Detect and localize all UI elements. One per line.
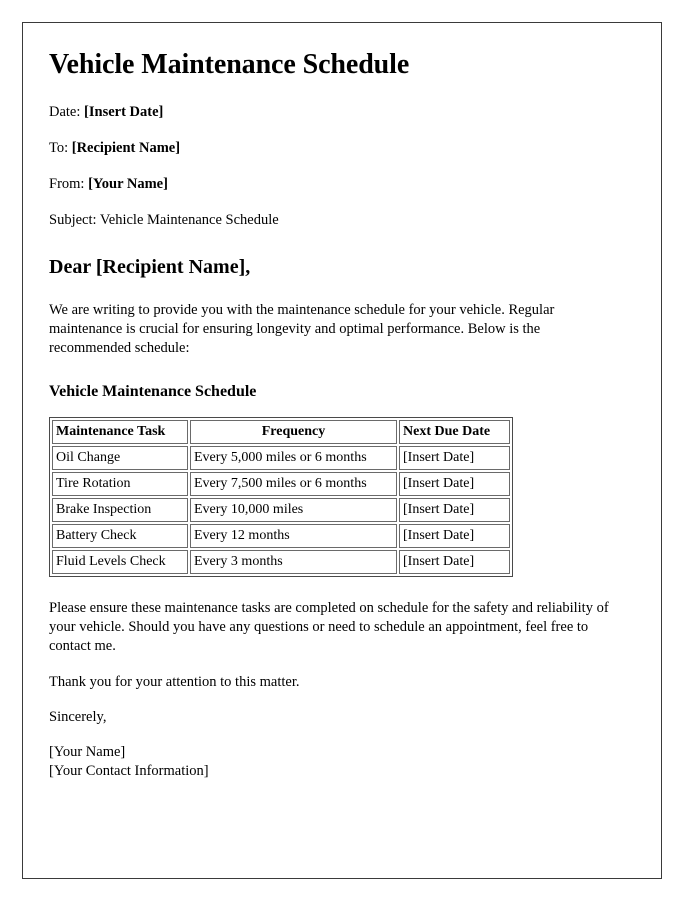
cell-next-due-date: [Insert Date]: [399, 472, 510, 497]
table-row: Oil Change Every 5,000 miles or 6 months…: [52, 446, 510, 471]
table-row: Fluid Levels Check Every 3 months [Inser…: [52, 550, 510, 575]
table-row: Tire Rotation Every 7,500 miles or 6 mon…: [52, 472, 510, 497]
meta-label-to: To:: [49, 140, 69, 157]
table-header-row: Maintenance Task Frequency Next Due Date: [52, 420, 510, 445]
signature-contact: [Your Contact Information]: [49, 762, 209, 779]
column-header-maintenance-task: Maintenance Task: [52, 420, 188, 445]
cell-next-due-date: [Insert Date]: [399, 446, 510, 471]
cell-frequency: Every 5,000 miles or 6 months: [190, 446, 397, 471]
table-header: Maintenance Task Frequency Next Due Date: [52, 420, 510, 445]
cell-task: Brake Inspection: [52, 498, 188, 523]
document-page: Vehicle Maintenance Schedule Date: [Inse…: [22, 22, 662, 879]
letter-meta-block: Date: [Insert Date] To: [Recipient Name]…: [49, 103, 635, 229]
meta-line-from: From: [Your Name]: [49, 175, 635, 194]
cell-frequency: Every 3 months: [190, 550, 397, 575]
table-row: Brake Inspection Every 10,000 miles [Ins…: [52, 498, 510, 523]
cell-task: Battery Check: [52, 524, 188, 549]
column-header-next-due-date: Next Due Date: [399, 420, 510, 445]
salutation: Dear [Recipient Name],: [49, 255, 251, 278]
signature-name: [Your Name]: [49, 743, 126, 760]
column-header-frequency: Frequency: [190, 420, 397, 445]
cell-next-due-date: [Insert Date]: [399, 550, 510, 575]
table-row: Battery Check Every 12 months [Insert Da…: [52, 524, 510, 549]
sign-off: Sincerely,: [49, 708, 107, 725]
meta-value-from: [Your Name]: [88, 175, 168, 192]
meta-value-to: [Recipient Name]: [71, 140, 181, 157]
intro-paragraph: We are writing to provide you with the m…: [49, 301, 555, 356]
thanks-paragraph: Thank you for your attention to this mat…: [49, 673, 300, 690]
cell-frequency: Every 7,500 miles or 6 months: [190, 472, 397, 497]
meta-value-date: [Insert Date]: [84, 104, 164, 121]
maintenance-schedule-table: Maintenance Task Frequency Next Due Date…: [49, 417, 513, 578]
schedule-table-heading: Vehicle Maintenance Schedule: [49, 382, 257, 400]
signature-block: [Your Name] [Your Contact Information]: [49, 743, 635, 781]
meta-label-from: From:: [49, 175, 85, 192]
meta-value-subject: Vehicle Maintenance Schedule: [99, 211, 279, 228]
meta-line-subject: Subject: Vehicle Maintenance Schedule: [49, 211, 635, 230]
cell-frequency: Every 12 months: [190, 524, 397, 549]
cell-task: Tire Rotation: [52, 472, 188, 497]
meta-label-date: Date:: [49, 104, 81, 121]
table-body: Oil Change Every 5,000 miles or 6 months…: [52, 446, 510, 575]
meta-label-subject: Subject:: [49, 211, 97, 228]
cell-frequency: Every 10,000 miles: [190, 498, 397, 523]
cell-next-due-date: [Insert Date]: [399, 498, 510, 523]
meta-line-date: Date: [Insert Date]: [49, 103, 635, 122]
closing-paragraph: Please ensure these maintenance tasks ar…: [49, 600, 609, 655]
page-title: Vehicle Maintenance Schedule: [49, 49, 410, 80]
cell-task: Oil Change: [52, 446, 188, 471]
document-body: Vehicle Maintenance Schedule Date: [Inse…: [23, 23, 661, 781]
cell-task: Fluid Levels Check: [52, 550, 188, 575]
cell-next-due-date: [Insert Date]: [399, 524, 510, 549]
meta-line-to: To: [Recipient Name]: [49, 139, 635, 158]
